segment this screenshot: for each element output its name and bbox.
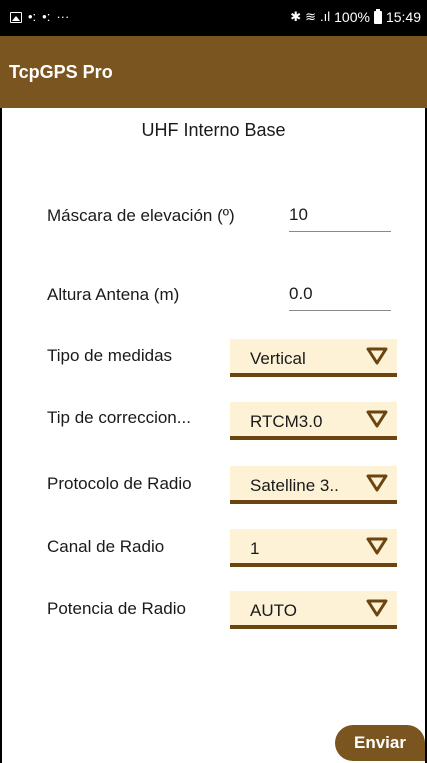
status-right-icons: ✱ ≋ .ıl 100% 15:49	[290, 8, 421, 25]
clock: 15:49	[385, 9, 421, 25]
correction-type-value: RTCM3.0	[250, 412, 323, 431]
elevation-mask-label: Máscara de elevación (º)	[47, 206, 235, 225]
left-edge-divider	[0, 108, 2, 763]
radio-channel-dropdown[interactable]: 1	[230, 529, 397, 567]
app-title: TcpGPS Pro	[9, 62, 113, 82]
radio-protocol-value: Satelline 3..	[250, 476, 339, 495]
elevation-mask-input[interactable]: 10	[289, 203, 391, 232]
dropdown-arrow-icon	[366, 410, 388, 428]
notification-icon: •:	[42, 9, 51, 24]
measure-type-label: Tipo de medidas	[47, 346, 173, 365]
battery-icon	[373, 8, 382, 24]
radio-power-dropdown[interactable]: AUTO	[230, 591, 397, 629]
measure-type-value: Vertical	[250, 349, 306, 368]
radio-power-value: AUTO	[250, 601, 297, 620]
page-subtitle: UHF Interno Base	[141, 120, 286, 140]
dropdown-arrow-icon	[366, 347, 388, 365]
correction-type-dropdown[interactable]: RTCM3.0	[230, 402, 397, 440]
more-icon: ···	[56, 9, 70, 24]
dropdown-arrow-icon	[366, 599, 388, 617]
dropdown-arrow-icon	[366, 474, 388, 492]
image-icon	[10, 11, 22, 23]
radio-channel-label: Canal de Radio	[47, 537, 165, 556]
antenna-height-label: Altura Antena (m)	[47, 285, 180, 304]
bluetooth-icon: ✱	[290, 9, 302, 24]
send-button[interactable]: Enviar	[335, 725, 425, 761]
app-bar: TcpGPS Pro	[0, 36, 427, 108]
radio-channel-value: 1	[250, 539, 260, 558]
notification-icon: •:	[28, 9, 37, 24]
radio-protocol-label: Protocolo de Radio	[47, 474, 192, 493]
battery-percent: 100%	[334, 9, 370, 25]
dropdown-arrow-icon	[366, 537, 388, 555]
wifi-icon: ≋	[305, 9, 317, 24]
correction-type-label: Tip de correccion...	[47, 408, 191, 427]
signal-icon: .ıl	[320, 9, 331, 24]
radio-protocol-dropdown[interactable]: Satelline 3..	[230, 466, 397, 504]
measure-type-dropdown[interactable]: Vertical	[230, 339, 397, 377]
status-left-icons: •: •: ···	[10, 9, 69, 25]
status-bar: •: •: ··· ✱ ≋ .ıl 100% 15:49	[0, 0, 427, 36]
radio-power-label: Potencia de Radio	[47, 599, 186, 618]
antenna-height-input[interactable]: 0.0	[289, 282, 391, 311]
